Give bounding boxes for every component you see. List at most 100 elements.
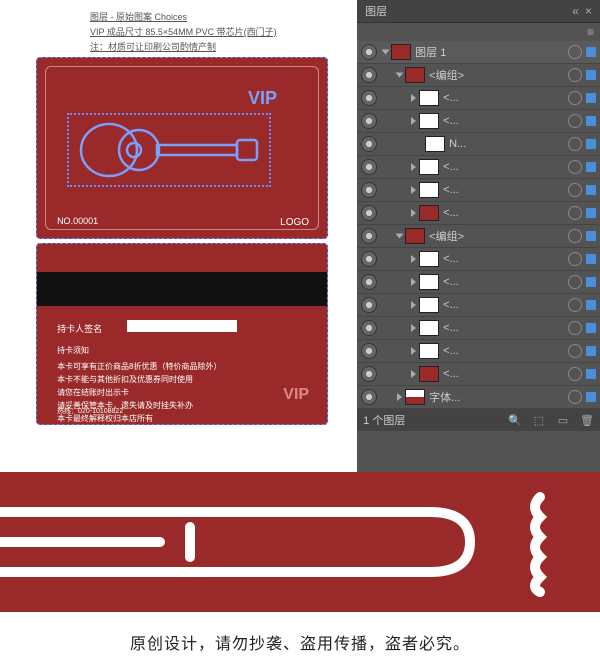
- disclosure-icon[interactable]: [382, 50, 390, 55]
- visibility-toggle-icon[interactable]: [361, 297, 377, 313]
- visibility-toggle-icon[interactable]: [361, 67, 377, 83]
- disclosure-icon[interactable]: [411, 301, 416, 309]
- target-icon[interactable]: [568, 91, 582, 105]
- layer-row[interactable]: <...: [357, 202, 600, 225]
- disclosure-icon[interactable]: [411, 186, 416, 194]
- disclosure-icon[interactable]: [396, 73, 404, 78]
- target-icon[interactable]: [568, 160, 582, 174]
- guitar-graphic: [67, 113, 271, 187]
- layer-row[interactable]: N...: [357, 133, 600, 156]
- visibility-toggle-icon[interactable]: [361, 274, 377, 290]
- layer-thumbnail: [419, 297, 439, 313]
- target-icon[interactable]: [568, 114, 582, 128]
- layer-row[interactable]: <...: [357, 294, 600, 317]
- layer-thumbnail: [405, 67, 425, 83]
- layer-row[interactable]: 图层 1: [357, 41, 600, 64]
- collapse-icon[interactable]: «: [572, 4, 579, 18]
- target-icon[interactable]: [568, 206, 582, 220]
- target-icon[interactable]: [568, 68, 582, 82]
- visibility-toggle-icon[interactable]: [361, 205, 377, 221]
- layer-name: 字体...: [429, 389, 564, 405]
- visibility-toggle-icon[interactable]: [361, 182, 377, 198]
- disclosure-icon[interactable]: [411, 370, 416, 378]
- layer-name: <...: [443, 299, 564, 311]
- layer-row[interactable]: <...: [357, 87, 600, 110]
- target-icon[interactable]: [568, 183, 582, 197]
- disclosure-icon[interactable]: [411, 347, 416, 355]
- target-icon[interactable]: [568, 275, 582, 289]
- visibility-toggle-icon[interactable]: [361, 251, 377, 267]
- magnetic-strip: [37, 272, 327, 306]
- layer-thumbnail: [405, 389, 425, 405]
- target-icon[interactable]: [568, 252, 582, 266]
- visibility-toggle-icon[interactable]: [361, 366, 377, 382]
- visibility-toggle-icon[interactable]: [361, 90, 377, 106]
- layer-thumbnail: [419, 320, 439, 336]
- panel-menu-icon[interactable]: ≡: [587, 25, 594, 39]
- layer-thumbnail: [391, 44, 411, 60]
- selection-color: [586, 254, 596, 264]
- bottom-graphic: [0, 472, 600, 612]
- close-icon[interactable]: ×: [585, 4, 592, 18]
- target-icon[interactable]: [568, 344, 582, 358]
- target-icon[interactable]: [568, 321, 582, 335]
- layer-row[interactable]: <...: [357, 179, 600, 202]
- new-sublayer-icon[interactable]: ⬚: [532, 413, 546, 427]
- trash-icon[interactable]: 🗑: [580, 413, 594, 427]
- layer-name: N...: [449, 138, 564, 150]
- layer-row[interactable]: <编组>: [357, 225, 600, 248]
- disclosure-icon[interactable]: [396, 234, 404, 239]
- card-back[interactable]: 持卡人签名 持卡须知 本卡可享有正价商品8折优惠（特价商品除外） 本卡不能与其他…: [36, 243, 328, 425]
- serial-number: NO.00001: [57, 216, 98, 226]
- selection-color: [586, 231, 596, 241]
- visibility-toggle-icon[interactable]: [361, 320, 377, 336]
- visibility-toggle-icon[interactable]: [361, 159, 377, 175]
- disclosure-icon[interactable]: [411, 117, 416, 125]
- visibility-toggle-icon[interactable]: [361, 44, 377, 60]
- layer-name: <...: [443, 184, 564, 196]
- layer-row[interactable]: 字体...: [357, 386, 600, 409]
- layer-row[interactable]: <...: [357, 340, 600, 363]
- target-icon[interactable]: [568, 367, 582, 381]
- layer-row[interactable]: <...: [357, 110, 600, 133]
- target-icon[interactable]: [568, 390, 582, 404]
- layer-row[interactable]: <...: [357, 156, 600, 179]
- disclosure-icon[interactable]: [411, 255, 416, 263]
- header-line-1: 图层 - 原始图案 Choices: [90, 10, 340, 23]
- selection-color: [586, 162, 596, 172]
- layer-thumbnail: [405, 228, 425, 244]
- layer-thumbnail: [419, 274, 439, 290]
- disclosure-icon[interactable]: [411, 278, 416, 286]
- disclosure-icon[interactable]: [397, 393, 402, 401]
- layer-row[interactable]: <...: [357, 363, 600, 386]
- target-icon[interactable]: [568, 137, 582, 151]
- disclosure-icon[interactable]: [411, 209, 416, 217]
- find-icon[interactable]: 🔍: [508, 413, 522, 427]
- visibility-toggle-icon[interactable]: [361, 389, 377, 405]
- visibility-toggle-icon[interactable]: [361, 113, 377, 129]
- selection-color: [586, 392, 596, 402]
- target-icon[interactable]: [568, 298, 582, 312]
- rule-item: 本卡可享有正价商品8折优惠（特价商品除外）: [57, 360, 221, 373]
- target-icon[interactable]: [568, 229, 582, 243]
- target-icon[interactable]: [568, 45, 582, 59]
- new-layer-icon[interactable]: ▭: [556, 413, 570, 427]
- layer-row[interactable]: <...: [357, 271, 600, 294]
- selection-color: [586, 185, 596, 195]
- layer-name: <...: [443, 368, 564, 380]
- layer-row[interactable]: <...: [357, 248, 600, 271]
- layer-row[interactable]: <编组>: [357, 64, 600, 87]
- visibility-toggle-icon[interactable]: [361, 343, 377, 359]
- layer-row[interactable]: <...: [357, 317, 600, 340]
- visibility-toggle-icon[interactable]: [361, 136, 377, 152]
- disclosure-icon[interactable]: [411, 94, 416, 102]
- visibility-toggle-icon[interactable]: [361, 228, 377, 244]
- rule-item: 请您在结账时出示卡: [57, 386, 221, 399]
- layer-name: <...: [443, 207, 564, 219]
- selection-color: [586, 346, 596, 356]
- disclosure-icon[interactable]: [411, 324, 416, 332]
- panel-header[interactable]: 图层 « ×: [357, 0, 600, 23]
- card-front[interactable]: VIP NO.00001 LOGO: [36, 57, 328, 239]
- selection-color: [586, 300, 596, 310]
- disclosure-icon[interactable]: [411, 163, 416, 171]
